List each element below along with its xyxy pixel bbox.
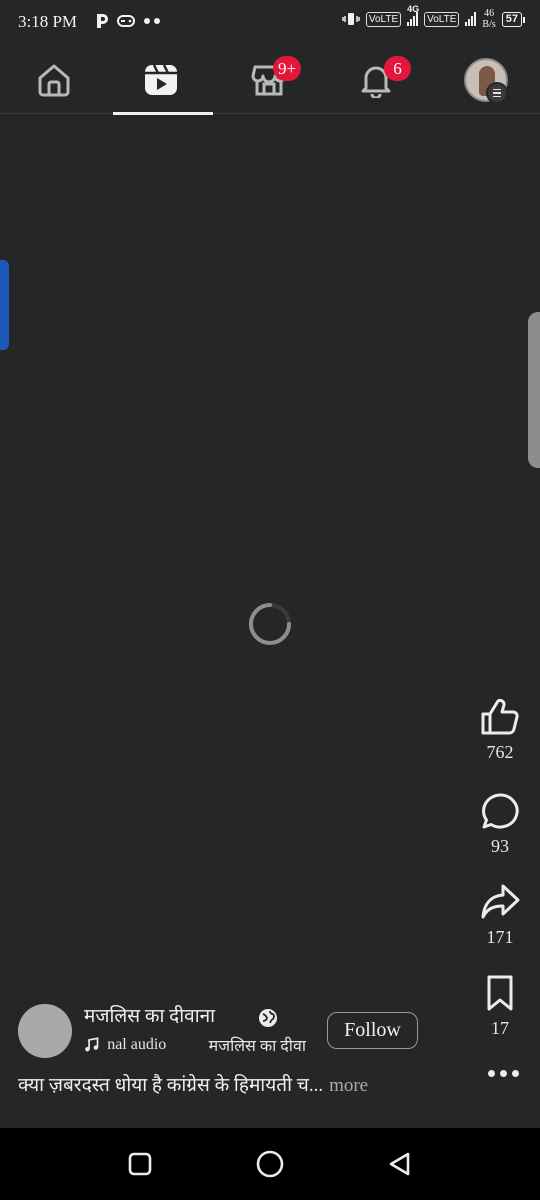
p-app-icon <box>97 14 108 28</box>
system-navigation-bar <box>0 1128 540 1200</box>
more-notifications-icon <box>144 18 160 24</box>
signal-icon-2 <box>465 12 477 26</box>
volte-badge-2: VoLTE <box>424 11 460 27</box>
author-name[interactable]: मजलिस का दीवाना <box>84 1002 215 1028</box>
left-edge-panel-handle[interactable] <box>0 260 9 350</box>
marketplace-badge: 9+ <box>273 56 302 81</box>
share-count: 171 <box>486 927 514 947</box>
globe-icon <box>259 1009 277 1027</box>
save-count: 17 <box>491 1018 509 1038</box>
status-time: 3:18 PM <box>18 12 78 31</box>
like-button[interactable]: 762 <box>474 698 526 763</box>
home-icon <box>38 64 70 97</box>
network-type: 4G <box>407 4 420 14</box>
more-options-icon[interactable] <box>488 1070 519 1077</box>
recent-apps-button[interactable] <box>120 1148 160 1180</box>
tab-profile[interactable] <box>436 46 536 114</box>
status-bar: 3:18 PM VoLTE 4G VoLTE 46 B/s 57 <box>0 0 540 46</box>
home-button[interactable] <box>250 1148 290 1180</box>
top-navigation: 9+ 6 <box>0 46 540 115</box>
audio-label: nal audio <box>107 1036 167 1053</box>
thumbs-up-icon <box>481 698 519 735</box>
signal-icon <box>407 12 419 26</box>
share-button[interactable]: 171 <box>474 883 526 948</box>
square-icon <box>128 1152 152 1176</box>
tab-reels[interactable] <box>111 46 213 115</box>
gamepad-icon <box>117 15 135 27</box>
tab-home[interactable] <box>4 46 104 114</box>
right-edge-panel-handle[interactable] <box>528 312 540 468</box>
volte-badge-1: VoLTE <box>365 11 402 27</box>
audio-artist: मजलिस का दीवा <box>208 1038 306 1055</box>
comment-icon <box>482 793 519 829</box>
share-icon <box>481 884 520 919</box>
music-note-icon <box>85 1037 99 1052</box>
loading-spinner-icon <box>249 603 291 645</box>
like-count: 762 <box>486 742 514 762</box>
back-button[interactable] <box>380 1148 420 1180</box>
tab-marketplace[interactable]: 9+ <box>219 46 319 114</box>
reels-icon <box>145 64 177 95</box>
network-speed: 46 B/s <box>482 8 496 30</box>
menu-icon <box>486 82 508 104</box>
comment-count: 93 <box>491 836 509 856</box>
back-triangle-icon <box>389 1152 410 1176</box>
caption[interactable]: क्या ज़बरदस्त धोया है कांग्रेस के हिमायत… <box>18 1071 438 1097</box>
follow-button[interactable]: Follow <box>327 1012 418 1049</box>
caption-text: क्या ज़बरदस्त धोया है कांग्रेस के हिमायत… <box>18 1075 324 1096</box>
audio-info[interactable]: nal audio मजलिस का दीवा <box>84 1034 306 1056</box>
battery-icon: 57 <box>501 11 526 27</box>
author-avatar[interactable] <box>18 1004 72 1058</box>
tab-notifications[interactable]: 6 <box>326 46 426 114</box>
bookmark-icon <box>487 975 513 1011</box>
circle-icon <box>256 1150 284 1178</box>
comment-button[interactable]: 93 <box>474 792 526 857</box>
save-button[interactable]: 17 <box>474 974 526 1039</box>
vibrate-icon <box>342 13 360 25</box>
notifications-badge: 6 <box>384 56 411 81</box>
caption-more-link[interactable]: more <box>329 1075 368 1096</box>
